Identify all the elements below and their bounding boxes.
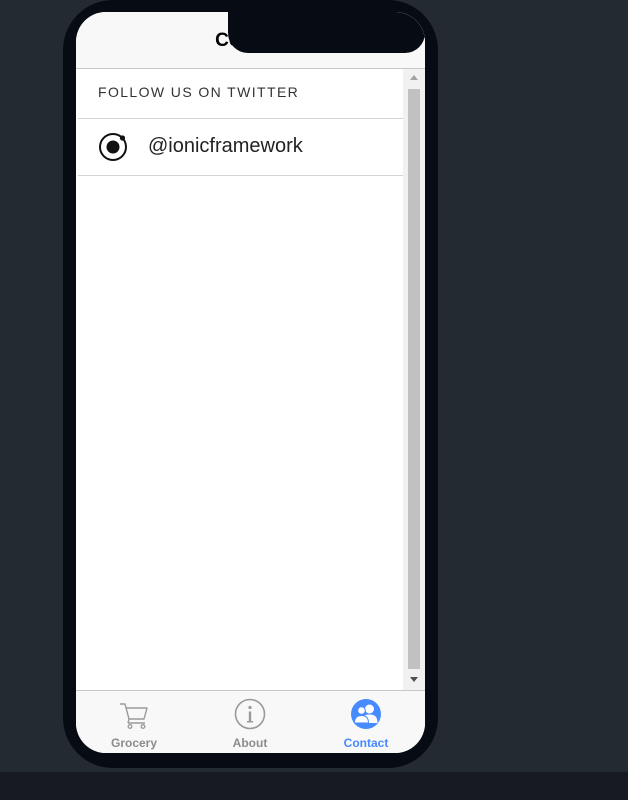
tab-contact[interactable]: Contact	[308, 691, 424, 753]
info-icon	[234, 698, 266, 730]
cart-icon	[120, 703, 148, 729]
tab-grocery[interactable]: Grocery	[76, 691, 192, 753]
list-header: FOLLOW US ON TWITTER	[98, 84, 300, 100]
tab-label: Contact	[343, 736, 389, 750]
device-notch	[228, 12, 425, 53]
device-screen: Contact FOLLOW US ON TWITTER @ionicframe…	[76, 12, 425, 753]
tab-label: Grocery	[110, 736, 158, 750]
tab-label: About	[232, 736, 268, 750]
twitter-handle: @ionicframework	[148, 135, 303, 157]
bottom-strip	[0, 772, 628, 800]
tab-bar: Grocery About Contact	[76, 690, 425, 753]
scrollbar[interactable]	[403, 69, 425, 690]
scroll-down-arrow-icon[interactable]	[408, 674, 420, 684]
contact-list: FOLLOW US ON TWITTER @ionicframework	[76, 69, 403, 690]
contacts-icon	[351, 699, 381, 729]
ionic-logo-icon	[99, 133, 127, 161]
scrollbar-thumb[interactable]	[408, 89, 420, 669]
twitter-list-item[interactable]: @ionicframework	[76, 119, 403, 175]
scroll-up-arrow-icon[interactable]	[408, 73, 420, 83]
divider	[78, 175, 403, 176]
tab-about[interactable]: About	[192, 691, 308, 753]
